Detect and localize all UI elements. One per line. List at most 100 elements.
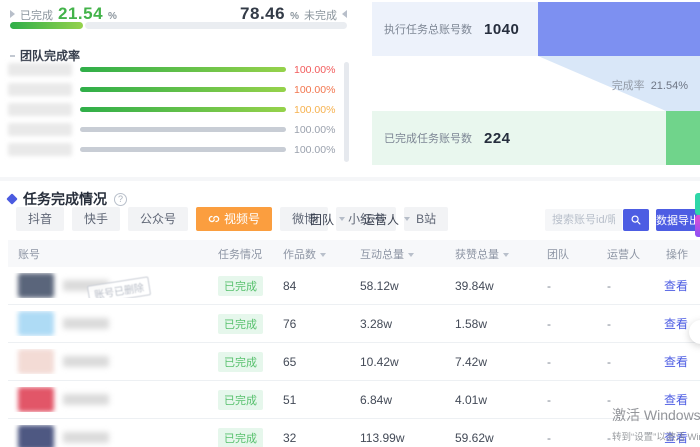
- action-cell: 查看: [655, 391, 700, 408]
- section-divider: [0, 177, 700, 181]
- avatar: [18, 387, 54, 412]
- team-rate-bar: [80, 107, 286, 112]
- operator-dropdown[interactable]: 运营人: [363, 211, 410, 228]
- completed-label: 已完成: [20, 7, 53, 23]
- sort-caret-icon: [408, 253, 414, 257]
- status-badge: 已完成: [218, 314, 263, 334]
- view-link[interactable]: 查看: [664, 279, 688, 293]
- status-cell: 已完成: [208, 428, 273, 447]
- likes-total: 39.84w: [445, 279, 537, 293]
- likes-total: 4.01w: [445, 393, 537, 407]
- funnel-total-label: 执行任务总账号数: [384, 21, 472, 37]
- tab-bilibili[interactable]: B站: [404, 207, 448, 231]
- sort-caret-icon: [503, 253, 509, 257]
- filter-dropdowns: 团队 运营人: [310, 207, 410, 231]
- account-cell: [8, 425, 208, 447]
- legend-tick-icon: [10, 55, 15, 57]
- help-icon[interactable]: ?: [114, 193, 127, 206]
- search-button[interactable]: [623, 209, 649, 231]
- account-name-blurred: [63, 356, 109, 367]
- col-team: 团队: [537, 246, 597, 262]
- col-label: 互动总量: [360, 249, 404, 261]
- funnel-done-block: [666, 111, 700, 165]
- team-cell: -: [537, 393, 597, 407]
- works-count: 51: [273, 393, 350, 407]
- col-works[interactable]: 作品数: [273, 246, 350, 262]
- view-link[interactable]: 查看: [664, 317, 688, 331]
- tab-gongzhonghao[interactable]: 公众号: [128, 207, 188, 231]
- table-row: 已完成 51 6.84w 4.01w - - 查看: [8, 381, 700, 419]
- team-rate-row: 100.00%: [8, 123, 342, 136]
- tab-kuaishou[interactable]: 快手: [72, 207, 120, 231]
- account-cell: 账号已删除: [8, 273, 208, 298]
- operator-cell: -: [597, 431, 655, 445]
- funnel-total-label-row: 执行任务总账号数 1040: [384, 2, 519, 56]
- team-rate-bar: [80, 147, 286, 152]
- interactions-total: 10.42w: [350, 355, 445, 369]
- operator-dropdown-label: 运营人: [363, 211, 399, 228]
- export-data-button[interactable]: 数据导出: [656, 209, 700, 231]
- account-cell: [8, 311, 208, 336]
- view-link[interactable]: 查看: [664, 393, 688, 407]
- sort-caret-icon: [320, 253, 326, 257]
- works-count: 65: [273, 355, 350, 369]
- table-row: 账号已删除 已完成 84 58.12w 39.84w - - 查看: [8, 267, 700, 305]
- team-cell: -: [537, 431, 597, 445]
- tab-label: 视频号: [224, 207, 260, 231]
- team-dropdown-label: 团队: [310, 211, 334, 228]
- percent-sign: %: [108, 11, 117, 22]
- team-rate-title-row: 团队完成率: [10, 47, 80, 64]
- interactions-total: 113.99w: [350, 431, 445, 445]
- status-cell: 已完成: [208, 276, 273, 296]
- funnel-rate: 完成率 21.54%: [612, 77, 688, 93]
- marker-right-icon: [10, 10, 15, 18]
- col-likes[interactable]: 获赞总量: [445, 246, 537, 262]
- team-name-blurred: [8, 103, 72, 116]
- team-rate-row: 100.00%: [8, 103, 342, 116]
- search-area: [545, 209, 649, 231]
- team-cell: -: [537, 279, 597, 293]
- funnel-rate-value: 21.54%: [651, 80, 688, 92]
- scrollbar[interactable]: [344, 62, 349, 162]
- team-dropdown[interactable]: 团队: [310, 211, 345, 228]
- completed-value: 21.54: [58, 4, 103, 24]
- team-rate-value: 100.00%: [294, 84, 342, 96]
- interactions-total: 3.28w: [350, 317, 445, 331]
- view-link[interactable]: 查看: [664, 355, 688, 369]
- completed-stat: 已完成 21.54 %: [10, 4, 117, 24]
- team-cell: -: [537, 355, 597, 369]
- team-rate-bar: [80, 87, 286, 92]
- view-link[interactable]: 查看: [664, 431, 688, 445]
- floating-side-widget[interactable]: [695, 193, 700, 237]
- team-cell: -: [537, 317, 597, 331]
- chevron-down-icon: [339, 217, 345, 221]
- team-rate-bar: [80, 127, 286, 132]
- likes-total: 7.42w: [445, 355, 537, 369]
- operator-cell: -: [597, 279, 655, 293]
- col-operator: 运营人: [597, 246, 655, 262]
- account-cell: [8, 349, 208, 374]
- col-interactions[interactable]: 互动总量: [350, 246, 445, 262]
- team-rate-chart: 100.00% 100.00% 100.00% 100.00% 100.00%: [8, 63, 342, 156]
- team-rate-title: 团队完成率: [20, 47, 80, 64]
- remaining-stat: 78.46 % 未完成: [240, 4, 347, 24]
- action-cell: 查看: [655, 277, 700, 294]
- status-badge: 已完成: [218, 428, 263, 447]
- search-input[interactable]: [545, 209, 622, 231]
- funnel-connector: 完成率 21.54%: [372, 56, 700, 111]
- tab-label: 公众号: [140, 207, 176, 231]
- interactions-total: 6.84w: [350, 393, 445, 407]
- tab-douyin[interactable]: 抖音: [16, 207, 64, 231]
- side-widget-purple-icon: [695, 215, 700, 237]
- team-name-blurred: [8, 143, 72, 156]
- team-rate-bar: [80, 67, 286, 72]
- overview-header: 已完成 21.54 % 78.46 % 未完成: [10, 4, 347, 24]
- avatar: [18, 349, 54, 374]
- tab-shipinhao[interactable]: 视频号: [196, 207, 272, 231]
- account-cell: [8, 387, 208, 412]
- table-header-row: 账号 任务情况 作品数 互动总量 获赞总量 团队 运营人 操作: [8, 240, 700, 267]
- completion-overview-panel: 已完成 21.54 % 78.46 % 未完成 团队完成率 100.00% 10…: [0, 0, 360, 176]
- action-cell: 查看: [655, 429, 700, 446]
- chevron-down-icon: [404, 217, 410, 221]
- task-completion-section: 任务完成情况 ? 抖音 快手 公众号 视频号 微博 小红书 B站 团队 运营人: [0, 185, 700, 447]
